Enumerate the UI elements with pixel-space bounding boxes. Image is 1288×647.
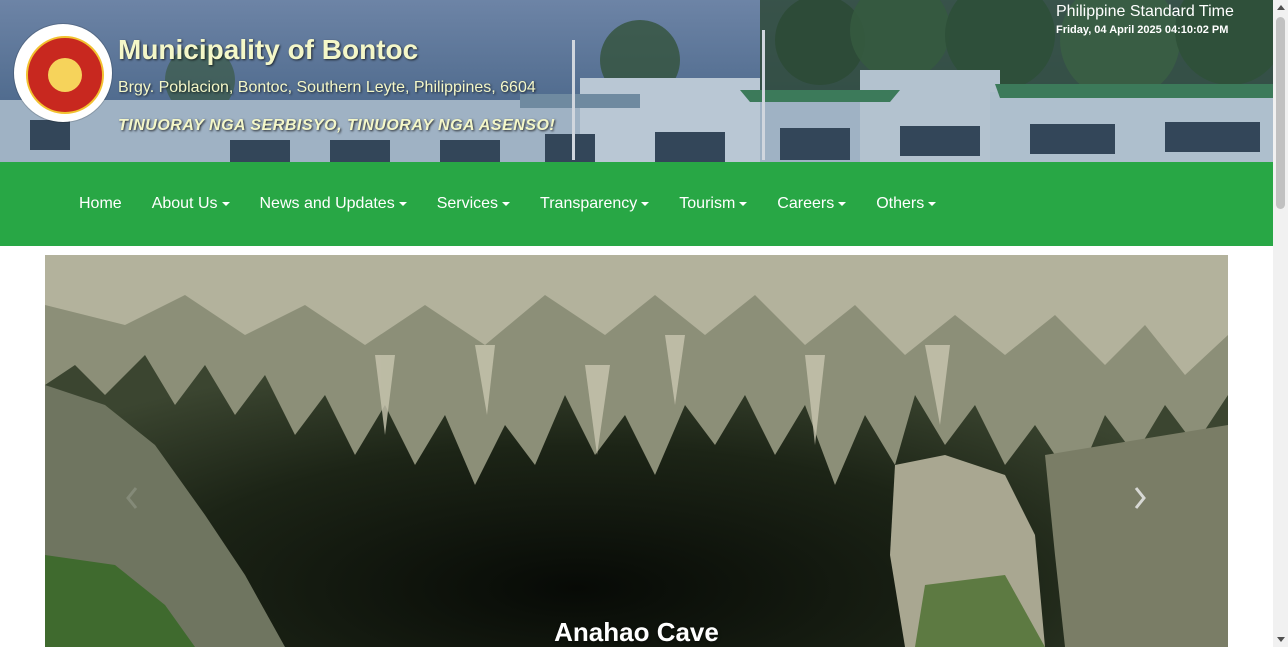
chevron-left-icon — [126, 487, 138, 509]
nav-careers-label: Careers — [777, 195, 835, 212]
pst-datetime: Friday, 04 April 2025 04:10:02 PM — [1056, 24, 1229, 36]
scroll-thumb[interactable] — [1276, 17, 1285, 209]
philippine-standard-time: Philippine Standard Time Friday, 04 Apri… — [1056, 3, 1256, 36]
seal-center — [48, 58, 82, 92]
nav-about-us[interactable]: About Us — [137, 187, 245, 221]
site-motto: TINUORAY NGA SERBISYO, TINUORAY NGA ASEN… — [118, 117, 556, 134]
carousel-slide-image — [45, 255, 1228, 647]
nav-others-label: Others — [876, 195, 925, 212]
caret-down-icon — [221, 202, 230, 206]
site-header: Municipality of Bontoc Brgy. Poblacion, … — [0, 0, 1273, 162]
municipal-seal-icon — [14, 24, 112, 122]
nav-transparency[interactable]: Transparency — [525, 187, 664, 221]
nav-tourism-label: Tourism — [679, 195, 736, 212]
scroll-up-button[interactable] — [1273, 0, 1288, 15]
arrow-up-icon — [1276, 5, 1285, 10]
hero-carousel[interactable]: Anahao Cave — [45, 255, 1228, 647]
nav-list: Home About Us News and Updates Services … — [64, 162, 951, 246]
nav-others[interactable]: Others — [861, 187, 951, 221]
nav-news-label: News and Updates — [259, 195, 395, 212]
nav-tourism[interactable]: Tourism — [664, 187, 762, 221]
caret-down-icon — [641, 202, 650, 206]
caret-down-icon — [739, 202, 748, 206]
carousel-next-button[interactable] — [1129, 483, 1151, 513]
carousel-caption: Anahao Cave — [554, 617, 719, 647]
carousel-prev-button[interactable] — [121, 483, 143, 513]
caret-down-icon — [502, 202, 511, 206]
nav-about-us-label: About Us — [151, 195, 218, 212]
nav-news-and-updates[interactable]: News and Updates — [245, 187, 422, 221]
arrow-down-icon — [1276, 637, 1285, 642]
seal-emblem — [26, 36, 104, 114]
caret-down-icon — [928, 202, 937, 206]
caret-down-icon — [398, 202, 407, 206]
nav-services[interactable]: Services — [422, 187, 525, 221]
nav-home[interactable]: Home — [64, 187, 137, 221]
pst-label: Philippine Standard Time — [1056, 3, 1234, 20]
site-address: Brgy. Poblacion, Bontoc, Southern Leyte,… — [118, 79, 536, 96]
site-title[interactable]: Municipality of Bontoc — [118, 34, 418, 66]
chevron-right-icon — [1134, 487, 1146, 509]
scroll-down-button[interactable] — [1273, 632, 1288, 647]
nav-transparency-label: Transparency — [540, 195, 638, 212]
nav-services-label: Services — [436, 195, 499, 212]
nav-home-label: Home — [79, 195, 122, 212]
nav-careers[interactable]: Careers — [762, 187, 861, 221]
main-navbar: Home About Us News and Updates Services … — [0, 162, 1273, 246]
page-scrollbar[interactable] — [1273, 0, 1288, 647]
caret-down-icon — [838, 202, 847, 206]
